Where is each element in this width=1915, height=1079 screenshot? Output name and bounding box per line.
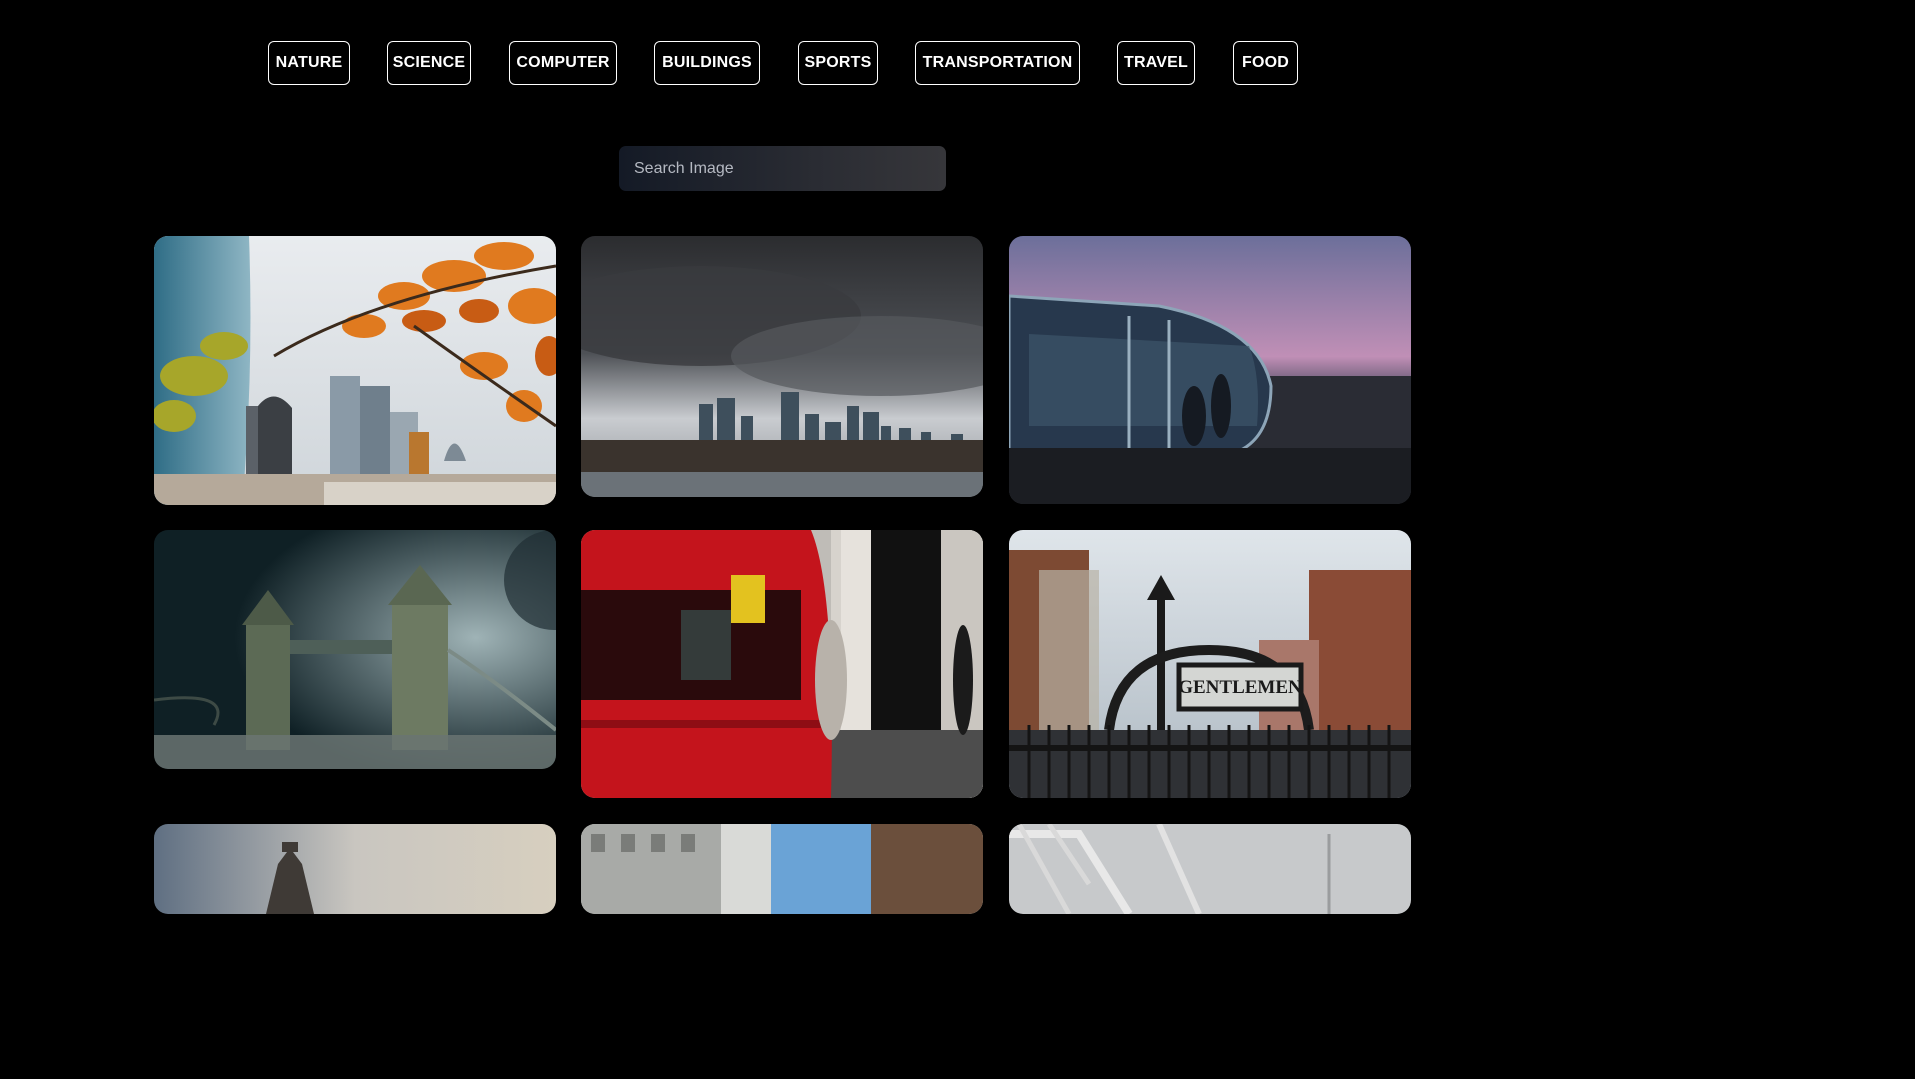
gallery-image-wheel-structure[interactable] (1009, 824, 1411, 914)
category-button-food[interactable]: FOOD (1233, 41, 1298, 85)
storm-skyline-photo (581, 236, 983, 497)
wheel-capsule-photo (1009, 236, 1411, 504)
gentlemen-sign-text: GENTLEMEN (1178, 677, 1302, 698)
gallery-image-gentlemen-sign[interactable]: GENTLEMEN (1009, 530, 1411, 798)
gallery-image-red-bus[interactable] (581, 530, 983, 798)
category-button-transportation[interactable]: TRANSPORTATION (915, 41, 1080, 85)
gallery-image-wheel-capsule[interactable] (1009, 236, 1411, 504)
tower-bridge-cloudy-photo (154, 824, 556, 914)
category-button-buildings[interactable]: BUILDINGS (654, 41, 760, 85)
category-button-computer[interactable]: COMPUTER (509, 41, 617, 85)
wheel-structure-photo (1009, 824, 1411, 914)
gallery-image-autumn-city[interactable] (154, 236, 556, 505)
gallery-image-tower-bridge-cloudy[interactable] (154, 824, 556, 914)
gallery-image-street-buildings[interactable] (581, 824, 983, 914)
gallery-image-storm-skyline[interactable] (581, 236, 983, 497)
category-button-nature[interactable]: NATURE (268, 41, 350, 85)
category-button-sports[interactable]: SPORTS (798, 41, 878, 85)
autumn-city-photo (154, 236, 556, 505)
category-button-science[interactable]: SCIENCE (387, 41, 471, 85)
tower-bridge-fog-photo (154, 530, 556, 769)
gentlemen-sign-photo: GENTLEMEN (1009, 530, 1411, 798)
search-input[interactable] (619, 146, 946, 191)
gallery-image-tower-bridge-fog[interactable] (154, 530, 556, 769)
category-button-travel[interactable]: TRAVEL (1117, 41, 1195, 85)
street-buildings-photo (581, 824, 983, 914)
red-bus-photo (581, 530, 983, 798)
category-nav: NATURE SCIENCE COMPUTER BUILDINGS SPORTS… (0, 41, 1568, 85)
